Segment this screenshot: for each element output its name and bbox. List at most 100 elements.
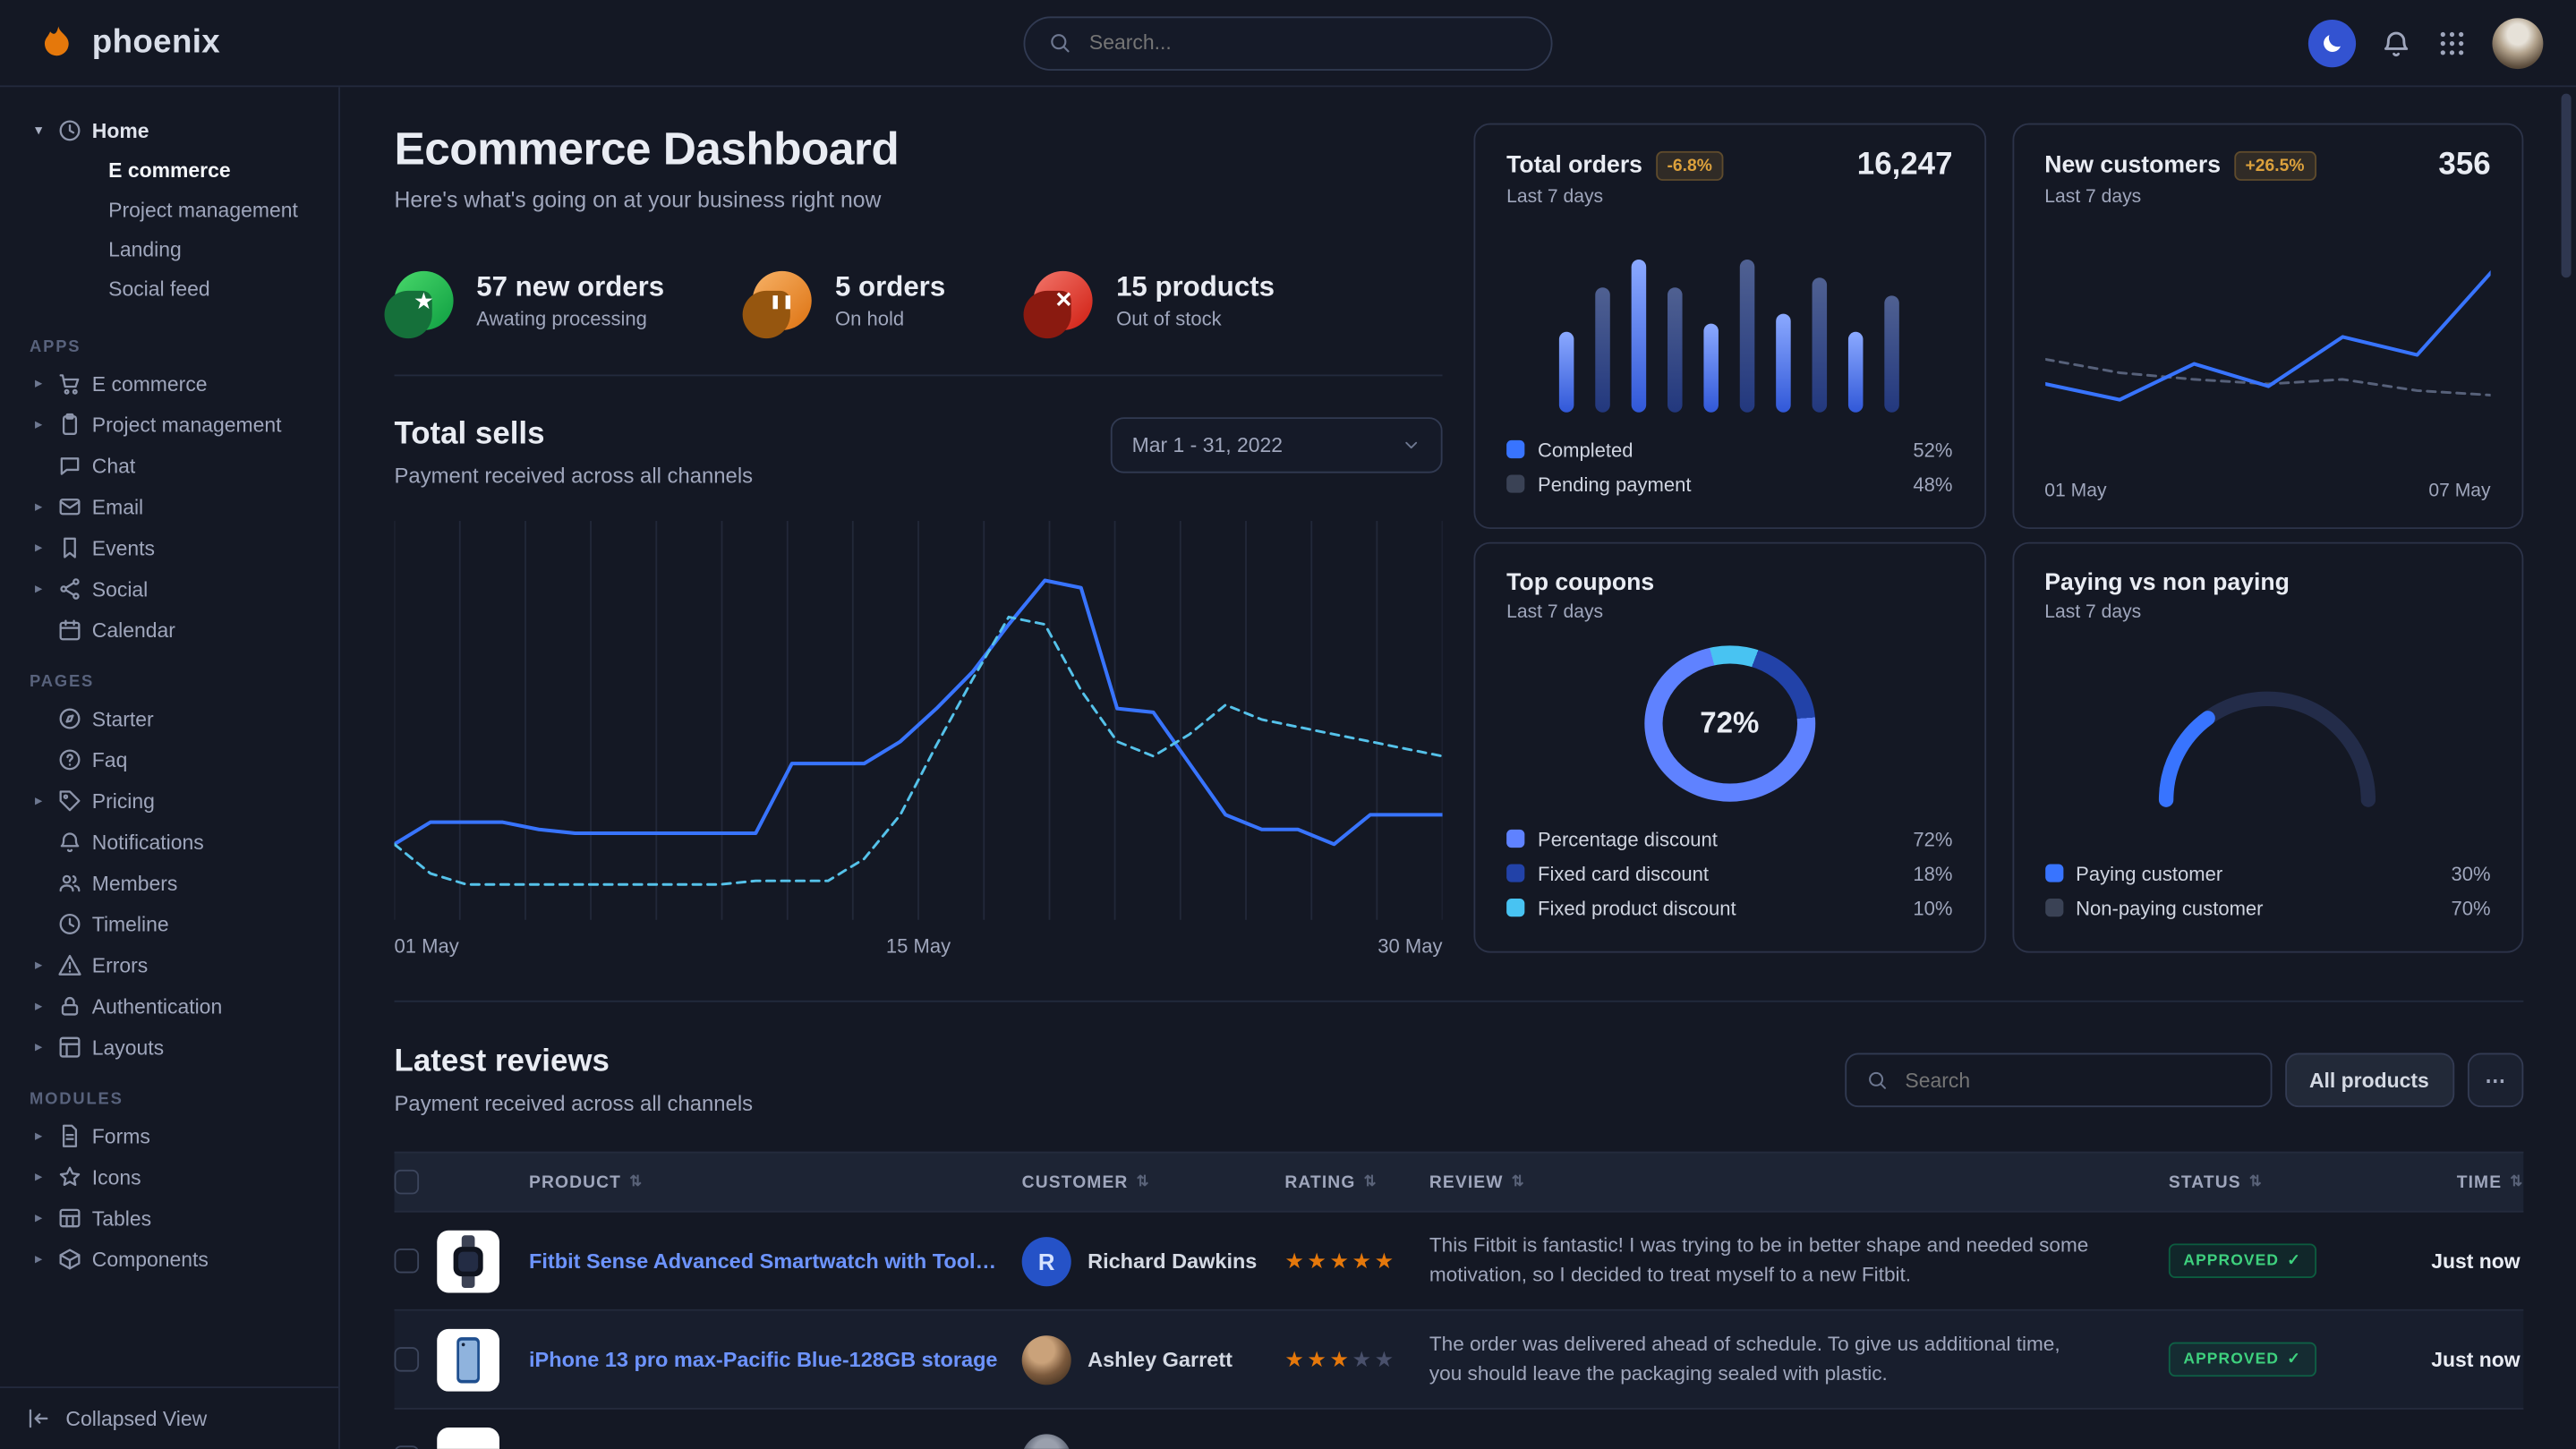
reviews-search[interactable] [1844, 1053, 2271, 1108]
sidebar-item-label: E commerce [92, 372, 208, 396]
sidebar-subitem-landing[interactable]: Landing [23, 230, 322, 269]
column-header-customer[interactable]: Customer⇅ [1022, 1172, 1285, 1192]
sidebar-subitem-ecommerce[interactable]: E commerce [23, 151, 322, 191]
row-checkbox[interactable] [395, 1347, 420, 1372]
stat-new-orders: ★ 57 new orders Awating processing [395, 271, 665, 330]
all-products-button[interactable]: All products [2284, 1053, 2453, 1108]
caret-right-icon[interactable]: ▸ [30, 1038, 47, 1056]
customer-cell[interactable] [1022, 1433, 1285, 1448]
column-header-status[interactable]: Status⇅ [2153, 1172, 2367, 1192]
sidebar-subitem-social-feed[interactable]: Social feed [23, 269, 322, 309]
legend-item: Non-paying customer 70% [2044, 891, 2490, 925]
column-header-time[interactable]: Time⇅ [2366, 1172, 2523, 1192]
product-thumbnail[interactable] [437, 1427, 499, 1449]
sidebar-item-members[interactable]: Members [23, 863, 322, 904]
sidebar-item-starter[interactable]: Starter [23, 698, 322, 739]
sidebar-item-home[interactable]: ▾ Home [23, 110, 322, 151]
caret-right-icon[interactable]: ▸ [30, 498, 47, 516]
brand[interactable]: phoenix [36, 22, 220, 64]
caret-down-icon[interactable]: ▾ [30, 122, 47, 140]
product-thumbnail-watch[interactable] [437, 1230, 499, 1292]
sidebar-item-email[interactable]: ▸ Email [23, 486, 322, 527]
caret-right-icon[interactable]: ▸ [30, 956, 47, 974]
caret-right-icon[interactable]: ▸ [30, 792, 47, 810]
new-customers-chart[interactable] [2044, 220, 2490, 472]
user-avatar[interactable] [2492, 17, 2543, 68]
global-search[interactable] [1024, 15, 1553, 70]
paying-gauge-chart[interactable] [2044, 623, 2490, 857]
new-customers-value: 356 [2438, 148, 2490, 183]
top-coupons-donut-chart[interactable]: 72% [1644, 645, 1815, 801]
card-title: Total orders [1506, 153, 1642, 179]
sidebar-item-forms[interactable]: ▸ Forms [23, 1115, 322, 1156]
card-title: Paying vs non paying [2044, 570, 2290, 596]
sort-icon: ⇅ [2510, 1173, 2523, 1191]
sidebar-item-components[interactable]: ▸ Components [23, 1239, 322, 1280]
customer-name: Richard Dawkins [1088, 1249, 1257, 1274]
scrollbar[interactable] [2562, 94, 2572, 278]
caret-right-icon[interactable]: ▸ [30, 374, 47, 392]
sidebar-item-tables[interactable]: ▸ Tables [23, 1198, 322, 1239]
bell-icon [57, 830, 82, 855]
rating-stars: ★★★★★ [1284, 1346, 1429, 1372]
legend-swatch [1506, 830, 1524, 848]
sidebar-item-faq[interactable]: Faq [23, 739, 322, 780]
notifications-bell-icon[interactable] [2381, 27, 2412, 58]
date-range-select[interactable]: Mar 1 - 31, 2022 [1111, 417, 1443, 473]
divider [395, 374, 1443, 376]
sidebar-item-project-management-app[interactable]: ▸ Project management [23, 405, 322, 446]
caret-right-icon[interactable]: ▸ [30, 1127, 47, 1145]
caret-right-icon[interactable]: ▸ [30, 1168, 47, 1186]
total-orders-bar-chart[interactable] [1506, 207, 1952, 431]
apps-grid-icon[interactable] [2436, 27, 2468, 58]
sidebar-item-ecommerce-app[interactable]: ▸ E commerce [23, 363, 322, 405]
legend-item: Pending payment 48% [1506, 466, 1952, 501]
sidebar-subitem-project-management[interactable]: Project management [23, 191, 322, 230]
sidebar-item-layouts[interactable]: ▸ Layouts [23, 1027, 322, 1068]
brand-name: phoenix [92, 24, 220, 62]
legend-swatch [2044, 899, 2062, 916]
customer-cell[interactable]: Ashley Garrett [1022, 1334, 1285, 1384]
sidebar: ▾ Home E commerce Project management Lan… [0, 87, 340, 1449]
sidebar-item-label: Components [92, 1248, 209, 1271]
sidebar-item-icons[interactable]: ▸ Icons [23, 1156, 322, 1198]
star-outline-icon [57, 1164, 82, 1189]
legend-swatch [1506, 474, 1524, 492]
customer-cell[interactable]: R Richard Dawkins [1022, 1236, 1285, 1285]
caret-right-icon[interactable]: ▸ [30, 1250, 47, 1268]
sidebar-item-label: Authentication [92, 994, 222, 1018]
sidebar-item-social[interactable]: ▸ Social [23, 568, 322, 609]
product-link[interactable]: iPhone 13 pro max-Pacific Blue-128GB sto… [529, 1347, 1022, 1372]
reviews-search-input[interactable] [1902, 1067, 2250, 1093]
collapsed-view-toggle[interactable]: Collapsed View [0, 1386, 338, 1449]
row-checkbox[interactable] [395, 1249, 420, 1274]
search-input[interactable] [1086, 30, 1528, 55]
sidebar-item-authentication[interactable]: ▸ Authentication [23, 985, 322, 1027]
caret-right-icon[interactable]: ▸ [30, 415, 47, 433]
theme-toggle-button[interactable] [2308, 19, 2356, 66]
row-checkbox[interactable] [395, 1445, 420, 1449]
sidebar-item-notifications[interactable]: Notifications [23, 822, 322, 863]
top-navbar: phoenix [0, 0, 2576, 87]
review-time: Just now [2366, 1348, 2523, 1371]
column-header-review[interactable]: Review⇅ [1429, 1172, 2153, 1192]
column-header-rating[interactable]: Rating⇅ [1284, 1172, 1429, 1192]
caret-right-icon[interactable]: ▸ [30, 539, 47, 557]
top-coupons-card: Top coupons Last 7 days 72% Percentage d… [1473, 542, 1985, 953]
sidebar-item-timeline[interactable]: Timeline [23, 904, 322, 945]
latest-reviews-subtitle: Payment received across all channels [395, 1091, 754, 1116]
sidebar-item-chat[interactable]: Chat [23, 445, 322, 486]
sidebar-item-calendar[interactable]: Calendar [23, 609, 322, 651]
caret-right-icon[interactable]: ▸ [30, 997, 47, 1015]
column-header-product[interactable]: Product⇅ [529, 1172, 1022, 1192]
sidebar-item-pricing[interactable]: ▸ Pricing [23, 780, 322, 822]
product-thumbnail-phone[interactable] [437, 1328, 499, 1391]
caret-right-icon[interactable]: ▸ [30, 1209, 47, 1227]
product-link[interactable]: Fitbit Sense Advanced Smartwatch with To… [529, 1249, 1022, 1274]
sidebar-item-errors[interactable]: ▸ Errors [23, 944, 322, 985]
caret-right-icon[interactable]: ▸ [30, 580, 47, 598]
total-sells-chart[interactable] [395, 521, 1443, 920]
more-options-button[interactable]: ⋯ [2467, 1053, 2523, 1108]
sidebar-item-events[interactable]: ▸ Events [23, 527, 322, 568]
select-all-checkbox[interactable] [395, 1170, 420, 1195]
